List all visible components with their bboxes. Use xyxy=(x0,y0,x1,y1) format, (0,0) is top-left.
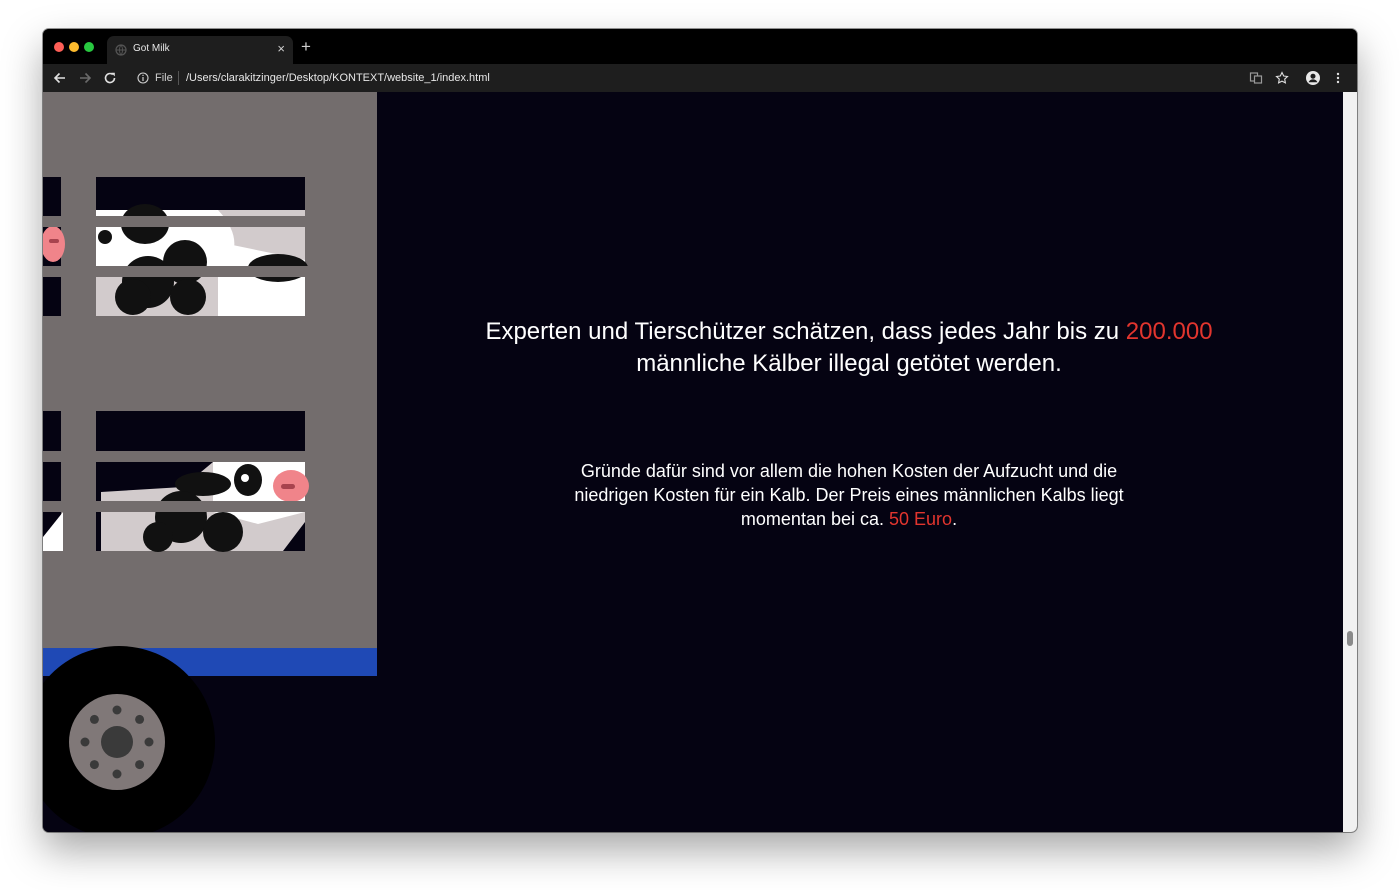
scrollbar-thumb[interactable] xyxy=(1347,631,1353,646)
back-arrow-icon[interactable] xyxy=(51,69,69,87)
browser-toolbar: File /Users/clarakitzinger/Desktop/KONTE… xyxy=(43,64,1357,92)
headline-highlight-number: 200.000 xyxy=(1125,318,1213,345)
translate-icon[interactable] xyxy=(1247,69,1265,87)
vertical-scrollbar[interactable] xyxy=(1343,92,1357,832)
truck-illustration xyxy=(43,92,377,832)
reload-icon[interactable] xyxy=(101,69,119,87)
page-content: Experten und Tierschützer schätzen, dass… xyxy=(43,92,1343,832)
new-tab-icon[interactable]: + xyxy=(301,38,311,56)
tab-got-milk[interactable]: Got Milk × xyxy=(107,36,293,64)
truck-bar xyxy=(43,216,377,227)
star-icon[interactable] xyxy=(1273,69,1291,87)
body-part-2: . xyxy=(952,509,958,529)
url-text[interactable]: /Users/clarakitzinger/Desktop/KONTEXT/we… xyxy=(186,72,490,84)
body-part-1: Gründe dafür sind vor allem die hohen Ko… xyxy=(574,461,1124,529)
truck-bar xyxy=(43,451,377,462)
minimize-window-button[interactable] xyxy=(69,42,79,52)
headline-part-1: Experten und Tierschützer schätzen, dass… xyxy=(485,318,1120,345)
menu-dots-icon[interactable] xyxy=(1329,69,1347,87)
close-icon[interactable]: × xyxy=(277,41,285,57)
truck-body xyxy=(43,92,377,648)
globe-icon xyxy=(115,44,127,56)
truck-bar xyxy=(43,501,377,512)
forward-arrow-icon[interactable] xyxy=(76,69,94,87)
maximize-window-button[interactable] xyxy=(84,42,94,52)
close-window-button[interactable] xyxy=(54,42,64,52)
body-highlight-price: 50 Euro xyxy=(889,509,953,529)
truck-bar xyxy=(43,266,377,277)
profile-icon[interactable] xyxy=(1304,69,1322,87)
body-text: Gründe dafür sind vor allem die hohen Ko… xyxy=(549,459,1149,531)
tab-strip: Got Milk × + xyxy=(43,29,1357,64)
address-bar[interactable]: File /Users/clarakitzinger/Desktop/KONTE… xyxy=(129,66,1234,90)
browser-window: Got Milk × + File /Users/clarakitzinger/… xyxy=(43,29,1357,832)
headline-part-2: männliche Kälber illegal getötet werden. xyxy=(636,350,1062,377)
headline-text: Experten und Tierschützer schätzen, dass… xyxy=(479,316,1219,380)
info-icon[interactable] xyxy=(137,72,149,84)
tab-title: Got Milk xyxy=(133,43,170,54)
url-scheme-label: File xyxy=(155,72,173,84)
url-divider xyxy=(178,71,179,85)
